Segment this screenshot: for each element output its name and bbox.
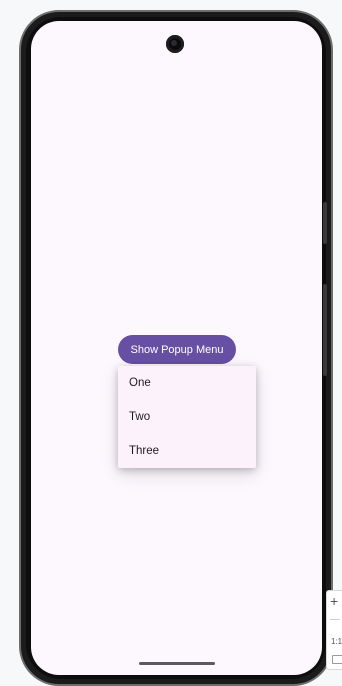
front-camera-icon xyxy=(166,35,184,53)
device-screen: Show Popup Menu One Two Three xyxy=(31,21,322,675)
menu-item-two[interactable]: Two xyxy=(118,400,256,434)
zoom-ratio-button[interactable]: 1:1 xyxy=(331,637,342,646)
menu-item-one[interactable]: One xyxy=(118,366,256,400)
fit-screen-icon[interactable] xyxy=(332,655,342,664)
plus-icon[interactable]: + xyxy=(330,593,338,609)
menu-item-three[interactable]: Three xyxy=(118,434,256,468)
home-indicator[interactable] xyxy=(139,662,215,665)
volume-button[interactable] xyxy=(323,202,327,244)
power-button[interactable] xyxy=(323,284,327,376)
emulator-stage: Show Popup Menu One Two Three + 1:1 xyxy=(0,0,342,686)
show-popup-menu-button[interactable]: Show Popup Menu xyxy=(118,335,236,364)
zoom-divider xyxy=(330,619,340,620)
zoom-controls: + 1:1 xyxy=(326,590,342,670)
popup-menu: One Two Three xyxy=(118,366,256,468)
